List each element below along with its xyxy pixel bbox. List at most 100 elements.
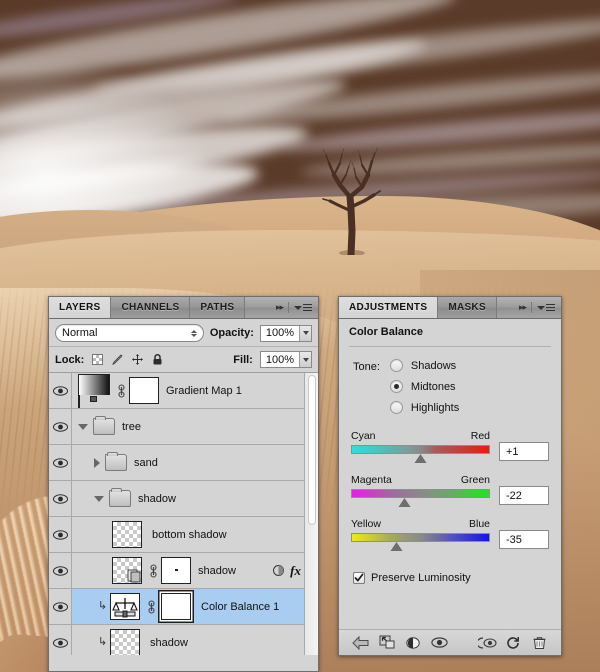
layer-effects-icon[interactable] — [272, 564, 285, 577]
view-previous-state-icon[interactable] — [474, 632, 500, 654]
group-expand-toggle[interactable] — [78, 423, 88, 430]
lock-position-icon[interactable] — [131, 353, 144, 366]
table-row[interactable]: shadow — [49, 481, 318, 517]
layer-visibility-toggle[interactable] — [49, 517, 72, 552]
link-icon[interactable] — [117, 383, 126, 398]
tone-group: Tone: Shadows Midtones Highlights — [339, 347, 561, 414]
layer-name[interactable]: shadow — [138, 493, 176, 505]
slider-value[interactable]: -35 — [499, 530, 549, 549]
opacity-field[interactable]: 100% — [259, 324, 312, 342]
adjustment-layer-icon[interactable] — [400, 632, 426, 654]
layer-visibility-toggle[interactable] — [49, 373, 72, 408]
slider-left-label: Cyan — [351, 430, 376, 442]
table-row[interactable]: shadow fx — [49, 553, 318, 589]
tone-option-highlights[interactable]: Highlights — [389, 401, 460, 414]
panel-menu-icon[interactable] — [294, 303, 312, 312]
tab-masks[interactable]: MASKS — [438, 297, 497, 318]
table-row[interactable]: tree — [49, 409, 318, 445]
blend-mode-select[interactable]: Normal — [55, 324, 204, 342]
slider-track[interactable] — [351, 533, 490, 551]
tone-option-midtones[interactable]: Midtones — [389, 380, 459, 393]
delete-adjustment-icon[interactable] — [526, 632, 552, 654]
layer-visibility-toggle[interactable] — [49, 481, 72, 516]
layers-scrollbar[interactable] — [304, 373, 318, 655]
fx-badge[interactable]: fx — [290, 563, 301, 579]
layer-name[interactable]: tree — [122, 421, 141, 433]
layer-visibility-toggle[interactable] — [49, 589, 72, 624]
table-row[interactable]: bottom shadow — [49, 517, 318, 553]
divider — [531, 302, 532, 313]
tab-channels[interactable]: CHANNELS — [111, 297, 191, 318]
lock-image-icon[interactable] — [111, 353, 124, 366]
panel-menu-icon[interactable] — [537, 303, 555, 312]
table-row-selected[interactable]: ↳ Color Balance 1 — [49, 589, 318, 625]
table-row[interactable]: ↳ shadow — [49, 625, 318, 655]
return-to-adjustment-list-icon[interactable] — [348, 632, 374, 654]
link-icon[interactable] — [149, 563, 158, 578]
slider-magenta-green: Magenta Green -22 — [351, 474, 549, 507]
slider-value[interactable]: -22 — [499, 486, 549, 505]
fill-label: Fill: — [233, 353, 253, 366]
group-expand-toggle[interactable] — [94, 457, 100, 468]
chevron-down-icon[interactable] — [299, 325, 311, 341]
link-icon[interactable] — [147, 599, 156, 614]
slider-thumb[interactable] — [398, 498, 412, 507]
layer-visibility-toggle[interactable] — [49, 625, 72, 655]
tone-option-label: Highlights — [410, 401, 460, 414]
layer-mask-thumbnail[interactable] — [129, 377, 159, 404]
layer-visibility-toggle[interactable] — [49, 445, 72, 480]
layer-mask-thumbnail-active[interactable] — [161, 593, 191, 620]
layer-thumbnail[interactable] — [112, 557, 142, 584]
slider-thumb[interactable] — [414, 454, 428, 463]
slider-cyan-red: Cyan Red +1 — [351, 430, 549, 463]
radio-icon[interactable] — [389, 401, 403, 414]
slider-track[interactable] — [351, 445, 490, 463]
radio-icon-selected[interactable] — [389, 380, 403, 393]
checkbox-checked-icon[interactable] — [353, 572, 365, 584]
slider-right-label: Green — [460, 474, 490, 486]
double-chevron-right-icon[interactable]: ▸▸ — [276, 302, 284, 313]
tab-layers[interactable]: LAYERS — [49, 297, 112, 318]
layer-name[interactable]: sand — [134, 457, 158, 469]
slider-thumb[interactable] — [390, 542, 403, 551]
slider-value[interactable]: +1 — [499, 442, 549, 461]
layer-name[interactable]: shadow — [198, 565, 236, 577]
table-row[interactable]: Gradient Map 1 — [49, 373, 318, 409]
preserve-luminosity-row[interactable]: Preserve Luminosity — [339, 562, 561, 584]
tab-paths[interactable]: PATHS — [190, 297, 246, 318]
layer-thumbnail[interactable] — [110, 629, 140, 655]
clip-to-layer-icon[interactable] — [374, 632, 400, 654]
radio-icon[interactable] — [389, 359, 403, 372]
layer-thumbnail[interactable] — [112, 521, 142, 548]
fill-value: 100% — [265, 353, 294, 366]
preserve-luminosity-label: Preserve Luminosity — [371, 572, 471, 584]
tone-option-shadows[interactable]: Shadows — [389, 359, 459, 372]
reset-adjustment-icon[interactable] — [500, 632, 526, 654]
divider — [288, 302, 289, 313]
chevron-down-icon[interactable] — [299, 352, 311, 367]
table-row[interactable]: sand — [49, 445, 318, 481]
lock-all-icon[interactable] — [151, 353, 164, 366]
layer-name[interactable]: bottom shadow — [152, 529, 227, 541]
layer-mask-thumbnail[interactable] — [161, 557, 191, 584]
layer-visibility-toggle[interactable] — [49, 553, 72, 588]
adjustments-footer — [339, 629, 561, 655]
toggle-layer-visibility-icon[interactable] — [426, 632, 452, 654]
tab-adjustments[interactable]: ADJUSTMENTS — [339, 297, 439, 318]
layer-name[interactable]: shadow — [150, 637, 188, 649]
dead-tree — [318, 145, 390, 255]
group-expand-toggle[interactable] — [94, 495, 104, 502]
layer-thumbnail[interactable] — [78, 374, 110, 408]
eye-icon — [52, 637, 68, 648]
layer-name[interactable]: Gradient Map 1 — [166, 385, 242, 397]
slider-track[interactable] — [351, 489, 490, 507]
adjustment-thumbnail[interactable] — [110, 593, 140, 620]
layer-name[interactable]: Color Balance 1 — [201, 601, 279, 613]
layer-visibility-toggle[interactable] — [49, 409, 72, 444]
scrollbar-thumb[interactable] — [308, 375, 316, 525]
eye-icon — [52, 601, 68, 612]
eye-icon — [52, 421, 68, 432]
fill-field[interactable]: 100% — [259, 351, 312, 368]
lock-transparency-icon[interactable] — [91, 353, 104, 366]
double-chevron-right-icon[interactable]: ▸▸ — [519, 302, 527, 313]
